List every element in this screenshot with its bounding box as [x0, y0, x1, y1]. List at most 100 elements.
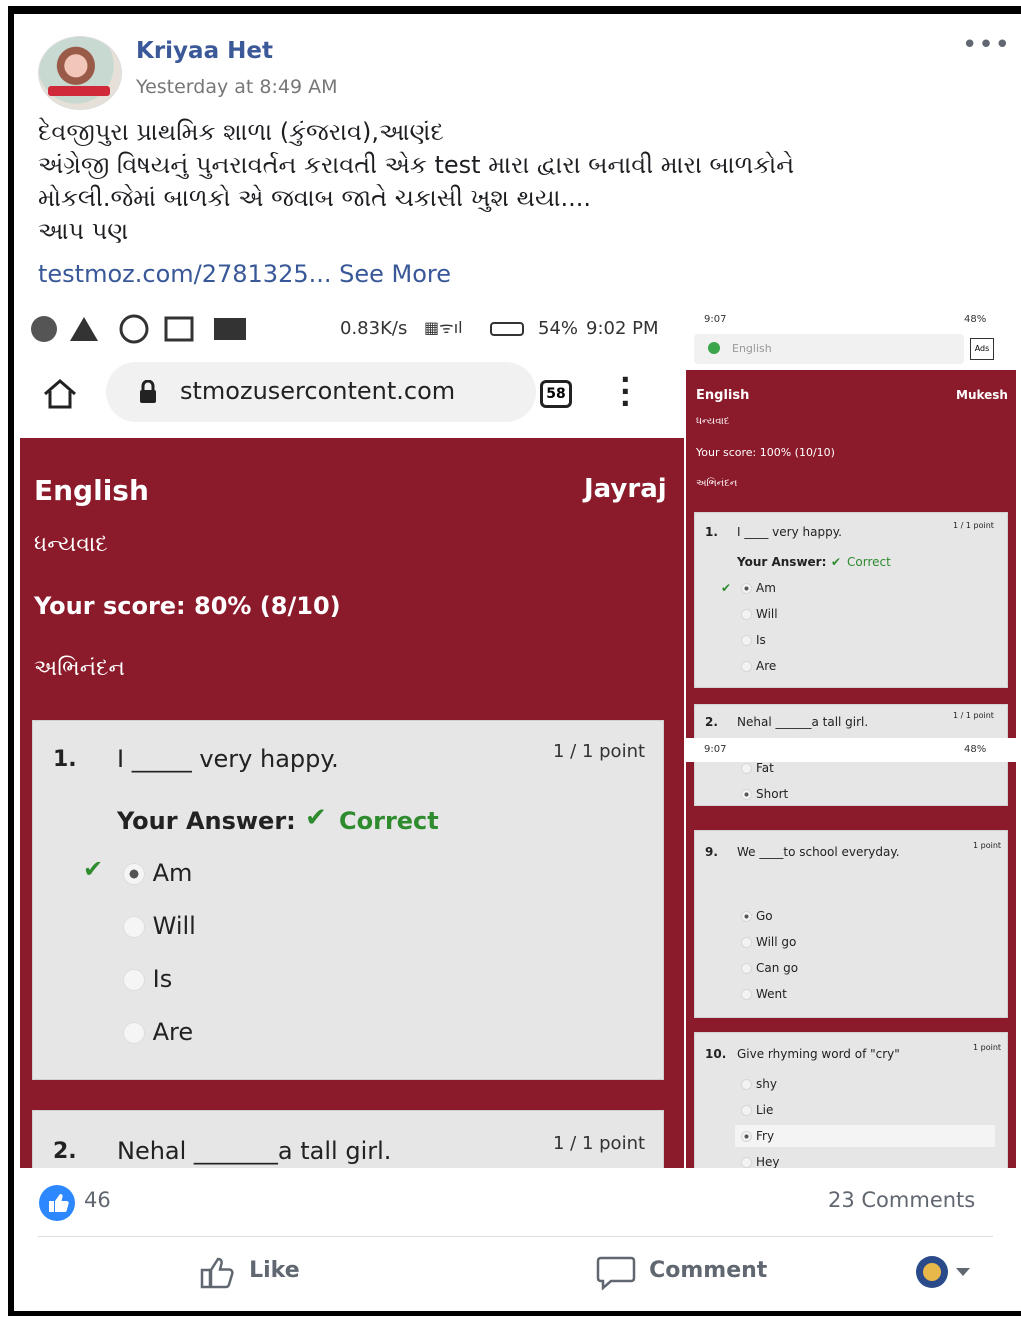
option-label: shy: [756, 1077, 777, 1091]
option-row[interactable]: Go: [741, 909, 773, 923]
question-points: 1 point: [973, 1043, 1002, 1052]
thumbs-up-icon: [200, 1257, 234, 1289]
like-button[interactable]: Like: [198, 1254, 300, 1290]
option-row-highlighted[interactable]: Fry: [735, 1125, 995, 1147]
comment-label: Comment: [649, 1257, 768, 1283]
shield-icon: [708, 342, 720, 354]
option-row[interactable]: Are: [741, 659, 776, 673]
post-text-line: દેવજીપુરા પ્રાથમિક શાળા (કુંજરાવ),આણંદ: [38, 118, 444, 146]
radio-icon[interactable]: [741, 937, 752, 948]
option-row[interactable]: Fat: [741, 761, 774, 775]
radio-icon[interactable]: [123, 969, 145, 991]
profile-dropdown-icon: [916, 1256, 970, 1288]
radio-icon[interactable]: [741, 763, 752, 774]
option-label: Am: [756, 581, 776, 595]
radio-icon[interactable]: [741, 609, 752, 620]
radio-icon[interactable]: [123, 916, 145, 938]
question-number: 10.: [705, 1047, 727, 1061]
radio-icon[interactable]: [741, 661, 752, 672]
right-thanks: ધન્યવાદ: [696, 416, 730, 427]
question-points: 1 point: [973, 841, 1002, 850]
quiz-results: English Jayraj ધન્યવાદ Your score: 80% (…: [20, 438, 684, 1168]
question-text: Give rhyming word of "cry": [737, 1047, 900, 1061]
see-more-link[interactable]: See More: [339, 260, 451, 288]
answer-status: Correct: [847, 555, 891, 569]
right-status-strip: 9:07 48%: [686, 738, 1016, 762]
radio-icon[interactable]: [741, 1105, 752, 1116]
option-row[interactable]: Will: [123, 912, 196, 940]
student-name: Jayraj: [584, 474, 667, 504]
option-row[interactable]: Am: [741, 581, 776, 595]
radio-icon[interactable]: [123, 1022, 145, 1044]
right-search-bar[interactable]: English: [694, 334, 964, 364]
status-time: 9:02 PM: [586, 318, 659, 339]
tab-count-button[interactable]: 58: [540, 380, 572, 408]
option-label: Fat: [756, 761, 774, 775]
radio-icon[interactable]: [741, 1079, 752, 1090]
radio-icon[interactable]: [741, 989, 752, 1000]
selected-check-icon: ✔: [83, 855, 104, 883]
right-status-time: 9:07: [704, 314, 727, 325]
home-icon[interactable]: [42, 378, 78, 410]
question-number: 2.: [53, 1139, 77, 1164]
option-label: Fry: [756, 1129, 775, 1143]
option-label: Lie: [756, 1103, 774, 1117]
question-points: 1 / 1 point: [553, 1133, 646, 1154]
author-name[interactable]: Kriyaa Het: [136, 38, 273, 64]
option-row[interactable]: Lie: [741, 1103, 773, 1117]
test-link[interactable]: testmoz.com/2781325...: [38, 260, 332, 288]
option-row[interactable]: Will: [741, 607, 778, 621]
post-text-line: અંગ્રેજી વિષયનું પુનરાવર્તન કરાવતી એક te…: [38, 151, 795, 179]
address-bar[interactable]: stmozusercontent.com: [106, 362, 536, 422]
radio-selected-icon[interactable]: [123, 863, 145, 885]
author-avatar[interactable]: [38, 36, 122, 110]
option-row[interactable]: Is: [741, 633, 766, 647]
radio-icon[interactable]: [741, 963, 752, 974]
right-status-battery: 48%: [964, 314, 987, 325]
question-text: I _____ very happy.: [117, 745, 339, 773]
browser-toolbar: stmozusercontent.com 58 · · ·: [20, 350, 684, 440]
radio-icon[interactable]: [741, 635, 752, 646]
option-row[interactable]: Will go: [741, 935, 796, 949]
post-text-line: મોકલી.જેમાં બાળકો એ જવાબ જાતે ચકાસી ખુશ …: [38, 184, 591, 212]
status-bar: 0.83K/s ▦ᯤıl 54% 9:02 PM: [20, 308, 684, 350]
option-row[interactable]: Is: [123, 965, 172, 993]
radio-selected-icon[interactable]: [741, 583, 752, 594]
option-row[interactable]: Hey: [741, 1155, 780, 1168]
option-label: Will: [152, 912, 196, 940]
menu-icon[interactable]: · · ·: [620, 366, 631, 418]
ads-icon[interactable]: Ads: [970, 338, 994, 360]
more-options-icon[interactable]: •••: [962, 30, 1011, 60]
question-number: 1.: [705, 525, 718, 539]
answer-label: Your Answer:: [117, 807, 296, 835]
option-row[interactable]: Can go: [741, 961, 798, 975]
audience-selector[interactable]: [914, 1254, 978, 1290]
option-row[interactable]: Short: [741, 787, 788, 801]
comment-count[interactable]: 23 Comments: [828, 1188, 975, 1212]
option-label: Is: [756, 633, 766, 647]
comment-button[interactable]: Comment: [596, 1254, 768, 1291]
radio-selected-icon[interactable]: [741, 911, 752, 922]
like-reaction-icon[interactable]: [38, 1184, 76, 1222]
question-text: We ____to school everyday.: [737, 845, 900, 859]
congrats-text: અભિનંદન: [34, 656, 125, 681]
option-row[interactable]: shy: [741, 1077, 777, 1091]
like-count[interactable]: 46: [84, 1188, 111, 1212]
radio-selected-icon[interactable]: [741, 1131, 752, 1142]
option-row[interactable]: Am: [123, 859, 192, 887]
answer-label: Your Answer:: [737, 555, 827, 569]
option-label: Go: [756, 909, 773, 923]
option-row[interactable]: Are: [123, 1018, 193, 1046]
like-label: Like: [249, 1257, 300, 1283]
checkmark-icon: ✔: [831, 555, 842, 569]
answer-status: Correct: [339, 807, 439, 835]
right-subject: English: [696, 388, 750, 403]
question-text: Nehal ______a tall girl.: [737, 715, 869, 729]
option-label: Are: [152, 1018, 194, 1046]
question-number: 2.: [705, 715, 718, 729]
radio-icon[interactable]: [741, 1157, 752, 1168]
post-timestamp[interactable]: Yesterday at 8:49 AM: [136, 76, 338, 98]
radio-selected-icon[interactable]: [741, 789, 752, 800]
option-row[interactable]: Went: [741, 987, 787, 1001]
option-label: Will go: [756, 935, 797, 949]
